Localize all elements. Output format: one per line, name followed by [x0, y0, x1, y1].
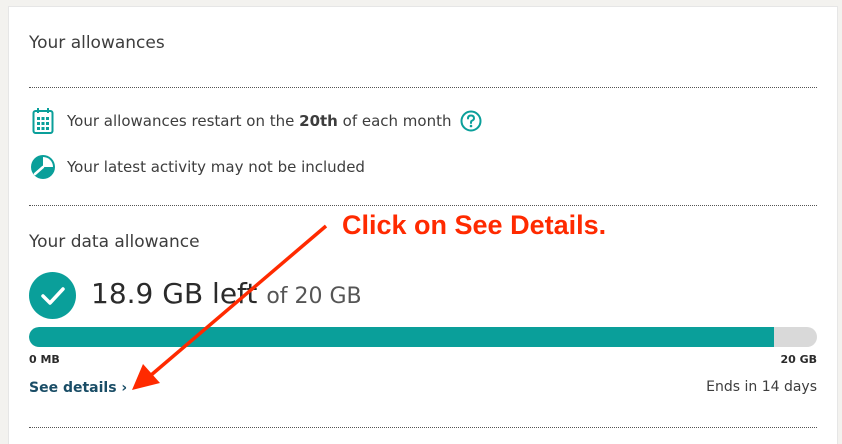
- see-details-label: See details: [29, 380, 117, 396]
- total-amount: of 20 GB: [266, 284, 362, 309]
- bar-min-label: 0 MB: [29, 353, 60, 366]
- ends-in-text: Ends in 14 days: [706, 379, 817, 395]
- annotation-text: Click on See Details.: [342, 210, 607, 240]
- restart-suffix: of each month: [337, 112, 452, 130]
- allowances-title: Your allowances: [29, 33, 165, 53]
- help-icon[interactable]: [460, 110, 482, 132]
- data-allowance-title: Your data allowance: [29, 232, 200, 252]
- check-icon: [29, 272, 76, 319]
- calendar-icon: [29, 107, 57, 135]
- bar-max-label: 20 GB: [780, 353, 817, 366]
- restart-prefix: Your allowances restart on the: [67, 112, 300, 130]
- remaining-amount: 18.9 GB left: [91, 277, 258, 310]
- divider: [29, 87, 817, 88]
- divider: [29, 205, 817, 206]
- chevron-right-icon: ›: [121, 380, 128, 396]
- clock-icon: [29, 153, 57, 181]
- restart-day: 20th: [299, 112, 338, 130]
- see-details-link[interactable]: See details ›: [29, 380, 127, 396]
- data-usage-bar: [29, 327, 817, 347]
- activity-note: Your latest activity may not be included: [67, 158, 365, 176]
- divider: [29, 427, 817, 428]
- activity-info-row: Your latest activity may not be included: [29, 153, 365, 181]
- data-remaining: 18.9 GB left of 20 GB: [91, 277, 362, 310]
- data-usage-bar-fill: [29, 327, 774, 347]
- restart-info-row: Your allowances restart on the 20th of e…: [29, 107, 482, 135]
